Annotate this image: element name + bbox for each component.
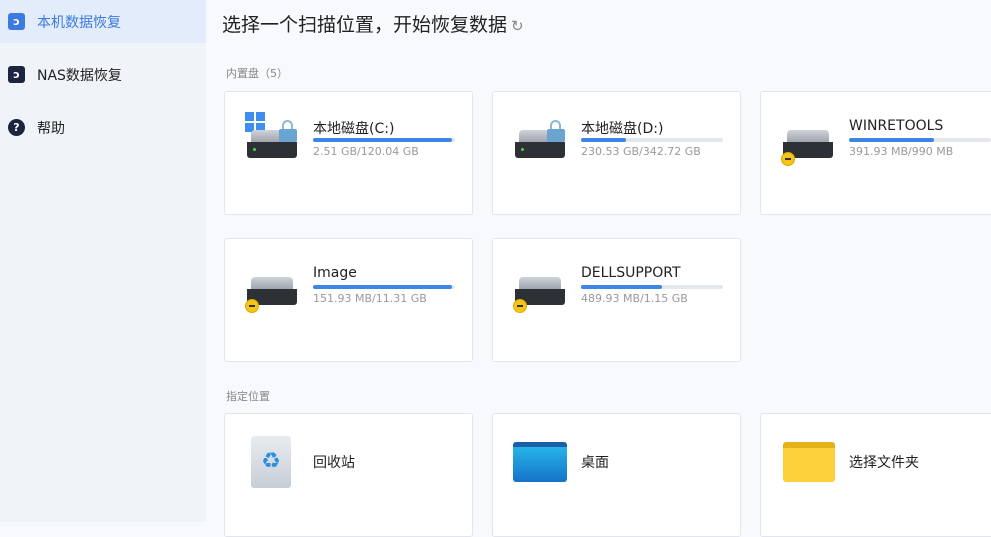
drive-size: 230.53 GB/342.72 GB <box>581 145 701 158</box>
usage-bar <box>313 285 455 289</box>
desktop-folder-icon <box>513 442 567 482</box>
location-name: 选择文件夹 <box>849 455 919 471</box>
usage-bar-fill <box>581 138 627 142</box>
windows-icon <box>245 112 265 132</box>
usage-bar-fill <box>313 285 453 289</box>
sidebar-item-local-recovery[interactable]: ↄ 本机数据恢复 <box>0 0 206 43</box>
usage-bar-fill <box>849 138 935 142</box>
drive-name: Image <box>313 265 357 281</box>
unlock-icon <box>547 120 565 142</box>
sidebar-item-label: NAS数据恢复 <box>37 67 122 84</box>
title-text: 选择一个扫描位置，开始恢复数据 <box>222 14 508 36</box>
main-panel: 选择一个扫描位置，开始恢复数据 ↻ 内置盘（5） 本地磁盘(C:) 2.51 GB… <box>206 0 991 537</box>
usage-bar <box>849 138 991 142</box>
usage-bar <box>581 285 723 289</box>
folder-icon <box>783 442 835 482</box>
usage-bar <box>581 138 723 142</box>
drive-card-c[interactable]: 本地磁盘(C:) 2.51 GB/120.04 GB <box>224 91 473 215</box>
sidebar-item-label: 本机数据恢复 <box>37 14 121 31</box>
drive-size: 391.93 MB/990 MB <box>849 145 954 158</box>
warning-icon <box>245 299 259 313</box>
sidebar: ↄ 本机数据恢复 ↄ NAS数据恢复 ? 帮助 <box>0 0 206 522</box>
sidebar-item-help[interactable]: ? 帮助 <box>0 106 206 149</box>
drive-name: 本地磁盘(C:) <box>313 121 395 137</box>
drive-size: 2.51 GB/120.04 GB <box>313 145 419 158</box>
nas-recovery-icon: ↄ <box>8 66 25 83</box>
drive-card-dellsupport[interactable]: DELLSUPPORT 489.93 MB/1.15 GB <box>492 238 741 362</box>
usage-bar <box>313 138 455 142</box>
warning-icon <box>781 152 795 166</box>
page-title: 选择一个扫描位置，开始恢复数据 ↻ <box>222 10 524 37</box>
drive-name: 本地磁盘(D:) <box>581 121 664 137</box>
drive-card-d[interactable]: 本地磁盘(D:) 230.53 GB/342.72 GB <box>492 91 741 215</box>
local-recovery-icon: ↄ <box>8 13 25 30</box>
sidebar-item-nas-recovery[interactable]: ↄ NAS数据恢复 <box>0 53 206 96</box>
drive-size: 489.93 MB/1.15 GB <box>581 292 688 305</box>
drive-name: WINRETOOLS <box>849 118 944 134</box>
locations-label: 指定位置 <box>226 390 270 403</box>
sidebar-item-label: 帮助 <box>37 120 65 137</box>
internal-drives-label: 内置盘（5） <box>226 67 288 80</box>
location-desktop[interactable]: 桌面 <box>492 413 741 537</box>
drive-card-image[interactable]: Image 151.93 MB/11.31 GB <box>224 238 473 362</box>
refresh-icon[interactable]: ↻ <box>511 17 524 35</box>
warning-icon <box>513 299 527 313</box>
unlock-icon <box>279 120 297 142</box>
location-select-folder[interactable]: 选择文件夹 <box>760 413 991 537</box>
usage-bar-fill <box>313 138 453 142</box>
location-recycle-bin[interactable]: ♻ 回收站 <box>224 413 473 537</box>
help-icon: ? <box>8 119 25 136</box>
recycle-bin-icon: ♻ <box>251 436 291 488</box>
drive-card-winretools[interactable]: WINRETOOLS 391.93 MB/990 MB <box>760 91 991 215</box>
drive-name: DELLSUPPORT <box>581 265 681 281</box>
usage-bar-fill <box>581 285 662 289</box>
location-name: 桌面 <box>581 455 609 471</box>
location-name: 回收站 <box>313 455 355 471</box>
drive-size: 151.93 MB/11.31 GB <box>313 292 427 305</box>
